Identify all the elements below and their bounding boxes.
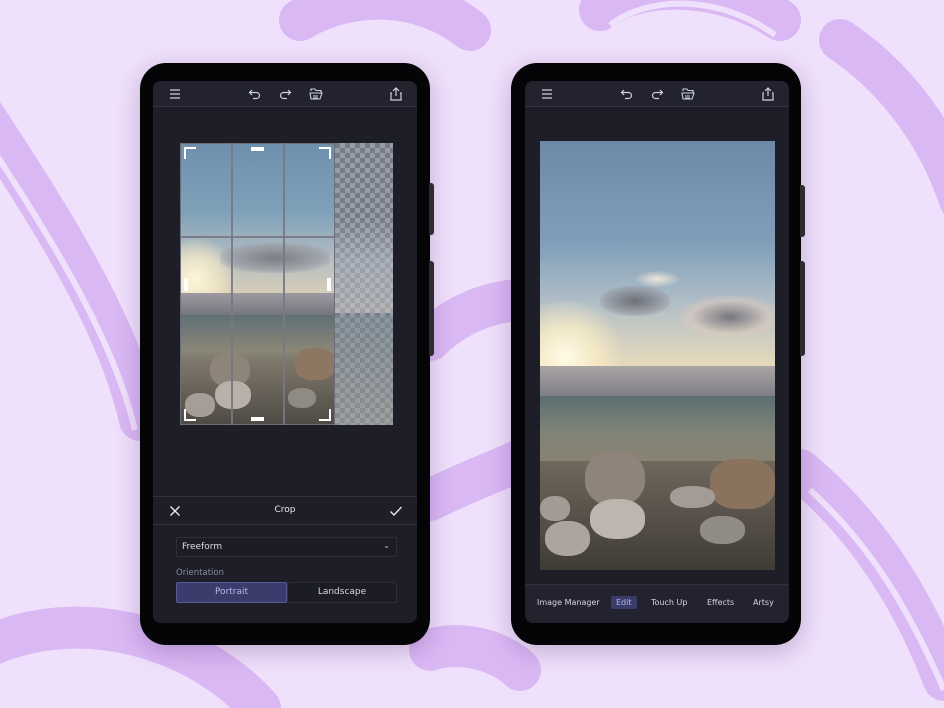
crop-handle-top-left[interactable] <box>184 147 196 159</box>
orientation-portrait-button[interactable]: Portrait <box>176 582 287 603</box>
crop-title: Crop <box>274 505 296 515</box>
open-folder-icon[interactable] <box>680 86 696 102</box>
right-screen: Image Manager Edit Touch Up Effects Arts… <box>525 81 789 623</box>
crop-canvas <box>180 143 393 425</box>
edited-photo[interactable] <box>540 141 775 570</box>
phone-side-button <box>429 183 434 235</box>
tab-image-manager[interactable]: Image Manager <box>537 598 600 607</box>
phone-side-button <box>800 185 805 237</box>
share-icon[interactable] <box>388 86 404 102</box>
check-icon[interactable] <box>388 503 404 519</box>
left-phone: Crop Freeform ⌄ Orientation Portrait Lan… <box>140 63 434 645</box>
tab-effects[interactable]: Effects <box>707 598 734 607</box>
grid-line <box>180 330 335 332</box>
bottom-nav: Image Manager Edit Touch Up Effects Arts… <box>525 584 789 623</box>
crop-handle-right[interactable] <box>327 278 331 291</box>
undo-icon[interactable] <box>619 86 635 102</box>
tab-artsy[interactable]: Artsy <box>753 598 774 607</box>
crop-handle-bottom[interactable] <box>251 417 264 421</box>
orientation-label: Orientation <box>176 568 224 578</box>
menu-icon[interactable] <box>539 86 555 102</box>
top-toolbar <box>525 81 789 107</box>
crop-header: Crop <box>153 497 417 525</box>
undo-icon[interactable] <box>247 86 263 102</box>
left-screen: Crop Freeform ⌄ Orientation Portrait Lan… <box>153 81 417 623</box>
phone-side-button <box>429 261 434 356</box>
crop-handle-left[interactable] <box>184 278 188 291</box>
redo-icon[interactable] <box>649 86 665 102</box>
phone-side-button <box>800 261 805 356</box>
grid-line <box>283 143 285 425</box>
redo-icon[interactable] <box>277 86 293 102</box>
aspect-ratio-value: Freeform <box>182 542 223 552</box>
right-phone: Image Manager Edit Touch Up Effects Arts… <box>511 63 805 645</box>
grid-line <box>180 236 335 238</box>
aspect-ratio-select[interactable]: Freeform ⌄ <box>176 537 397 557</box>
orientation-landscape-button[interactable]: Landscape <box>287 582 397 603</box>
crop-handle-top-right[interactable] <box>319 147 331 159</box>
crop-handle-bottom-right[interactable] <box>319 409 331 421</box>
tab-touch-up[interactable]: Touch Up <box>651 598 687 607</box>
crop-handle-bottom-left[interactable] <box>184 409 196 421</box>
open-folder-icon[interactable] <box>308 86 324 102</box>
chevron-down-icon: ⌄ <box>383 541 390 550</box>
menu-icon[interactable] <box>167 86 183 102</box>
grid-line <box>231 143 233 425</box>
crop-frame[interactable] <box>180 143 335 425</box>
outside-crop-photo <box>335 143 393 425</box>
share-icon[interactable] <box>760 86 776 102</box>
top-toolbar <box>153 81 417 107</box>
tab-edit[interactable]: Edit <box>611 596 637 609</box>
crop-panel: Crop Freeform ⌄ Orientation Portrait Lan… <box>153 496 417 623</box>
crop-handle-top[interactable] <box>251 147 264 151</box>
